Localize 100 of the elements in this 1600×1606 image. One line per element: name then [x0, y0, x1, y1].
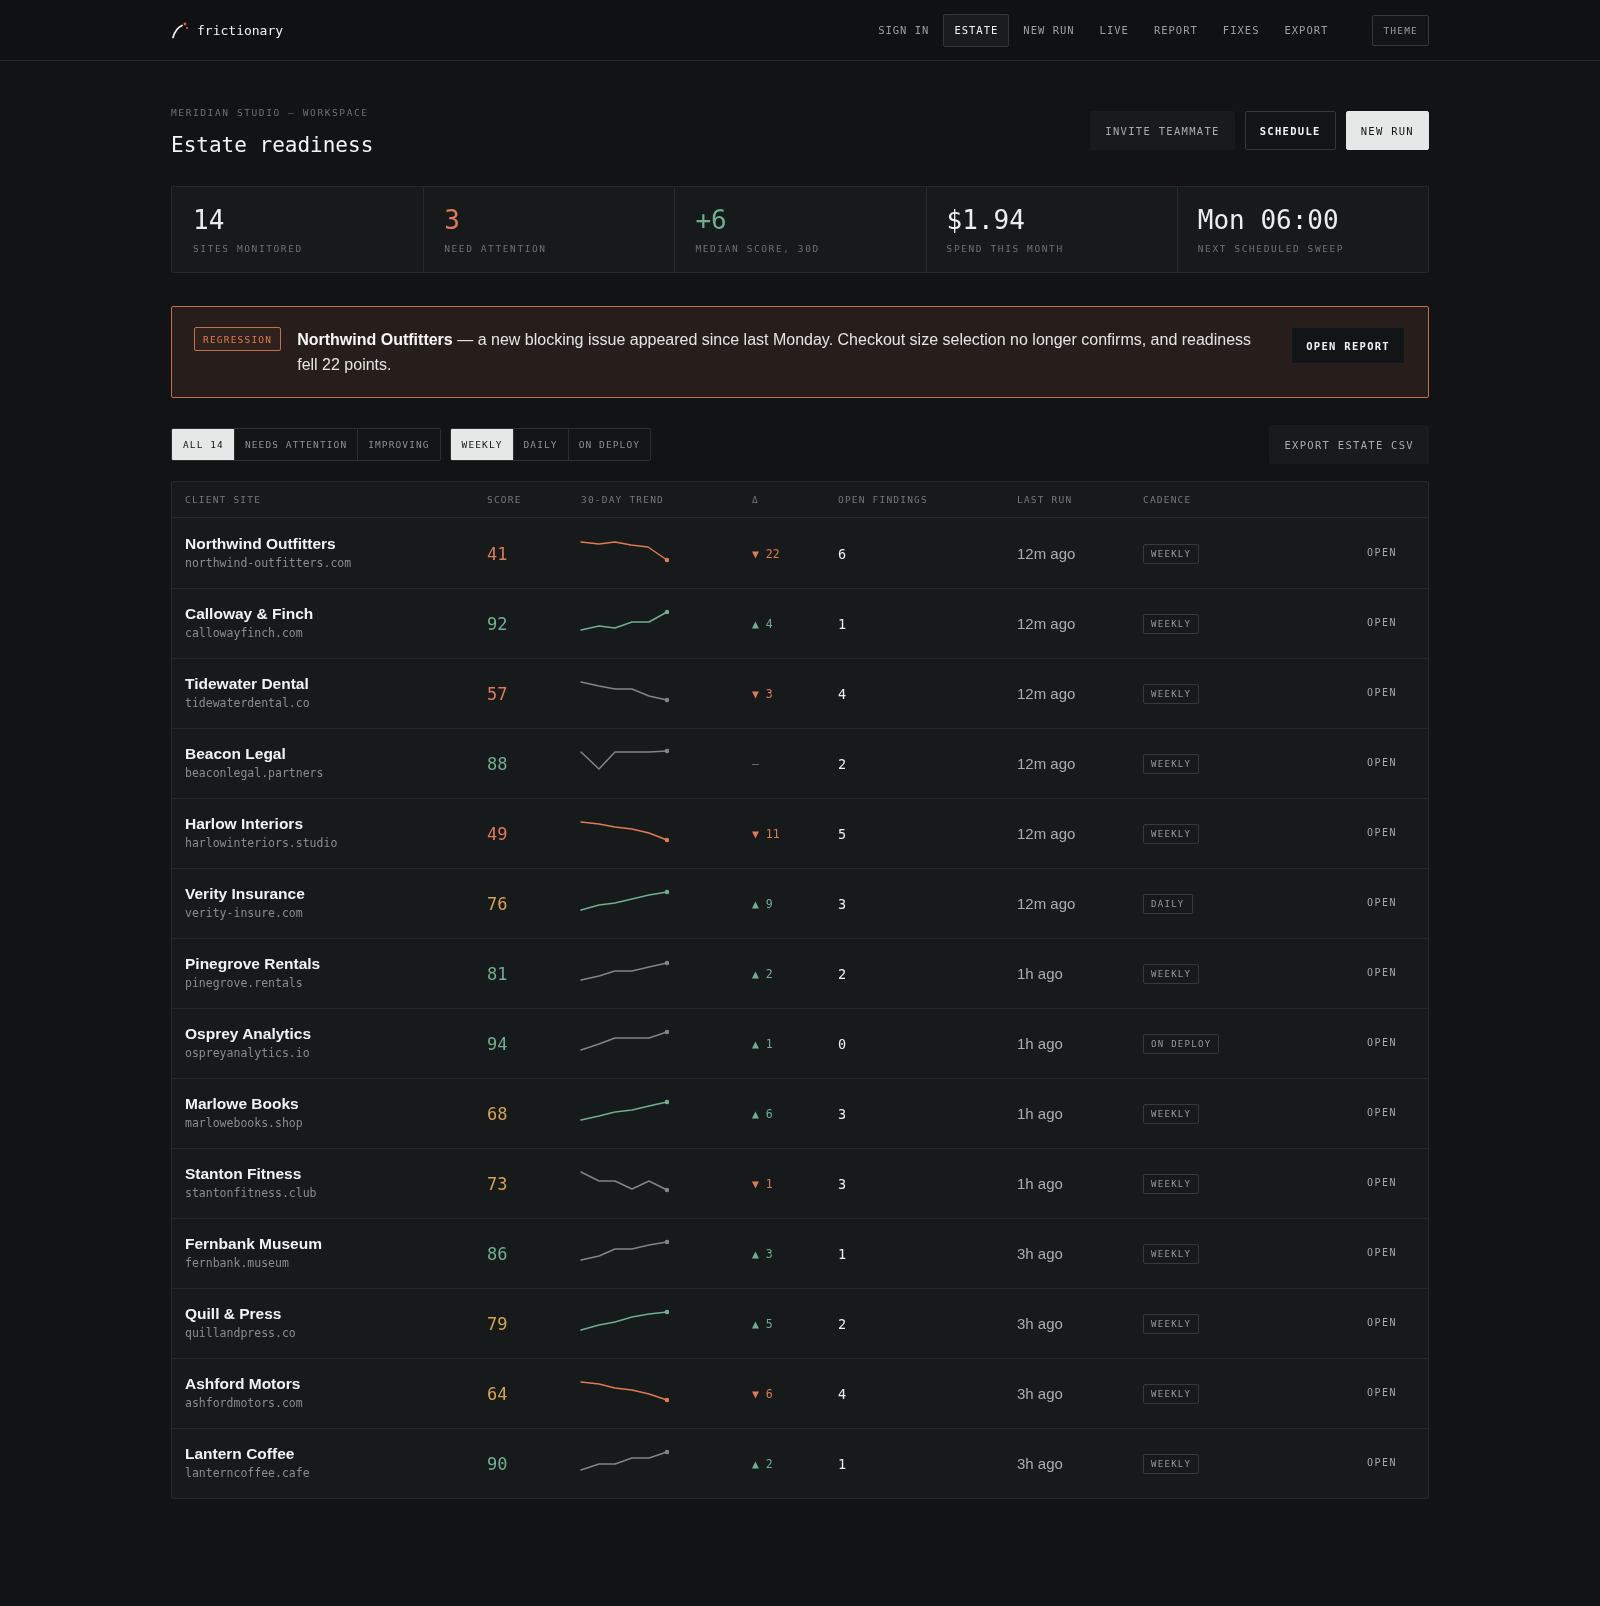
stat-value: $1.94: [946, 204, 1026, 236]
action-button[interactable]: INVITE TEAMMATE: [1090, 111, 1235, 150]
site-domain: ospreyanalytics.io: [185, 1046, 311, 1061]
nav-tab[interactable]: NEW RUN: [1012, 13, 1086, 47]
delta-value: ▼ 22: [752, 546, 780, 561]
open-link[interactable]: OPEN: [1366, 1246, 1397, 1258]
score-value: 88: [487, 753, 508, 774]
open-report-button[interactable]: OPEN REPORT: [1291, 327, 1405, 364]
column-header: CLIENT SITE: [185, 494, 263, 505]
filter-tab[interactable]: ON DEPLOY: [567, 429, 651, 460]
site-name: Pinegrove Rentals: [185, 954, 322, 973]
site-domain: lanterncoffee.cafe: [185, 1466, 311, 1481]
last-run-time: 1h ago: [1017, 1175, 1063, 1192]
site-name: Lantern Coffee: [185, 1444, 296, 1463]
site-name: Tidewater Dental: [185, 674, 310, 693]
column-header: LAST RUN: [1017, 494, 1074, 505]
logo-icon: [171, 21, 189, 39]
open-link[interactable]: OPEN: [1366, 616, 1397, 628]
score-value: 49: [487, 823, 508, 844]
findings-count: 5: [838, 825, 847, 842]
open-link[interactable]: OPEN: [1366, 686, 1397, 698]
delta-value: ▲ 3: [752, 1246, 773, 1261]
cadence-tag: WEEKLY: [1143, 613, 1200, 634]
open-link[interactable]: OPEN: [1366, 1386, 1397, 1398]
site-name: Stanton Fitness: [185, 1164, 303, 1183]
regression-badge: REGRESSION: [194, 327, 282, 351]
site-domain: harlowinteriors.studio: [185, 836, 339, 851]
site-domain: quillandpress.co: [185, 1326, 297, 1341]
findings-count: 2: [838, 965, 847, 982]
site-name: Ashford Motors: [185, 1374, 302, 1393]
last-run-time: 12m ago: [1017, 615, 1076, 632]
filter-tab[interactable]: ALL 14: [172, 429, 234, 460]
score-value: 73: [487, 1173, 508, 1194]
nav-tab[interactable]: SIGN IN: [867, 13, 941, 47]
nav-tab[interactable]: LIVE: [1088, 13, 1140, 47]
stat-label: MEDIAN SCORE, 30D: [695, 242, 821, 255]
site-name: Fernbank Museum: [185, 1234, 323, 1253]
stat-label: SPEND THIS MONTH: [946, 242, 1065, 255]
action-button[interactable]: NEW RUN: [1345, 111, 1429, 150]
cadence-tag: WEEKLY: [1143, 1313, 1200, 1334]
last-run-time: 12m ago: [1017, 685, 1076, 702]
last-run-time: 3h ago: [1017, 1245, 1063, 1262]
delta-value: ▼ 6: [752, 1386, 773, 1401]
delta-value: ▲ 1: [752, 1036, 773, 1051]
site-name: Verity Insurance: [185, 884, 306, 903]
column-header: CADENCE: [1143, 494, 1193, 505]
score-value: 64: [487, 1383, 508, 1404]
findings-count: 3: [838, 1175, 847, 1192]
nav-tab[interactable]: REPORT: [1142, 13, 1209, 47]
delta-value: ▲ 2: [752, 966, 773, 981]
findings-count: 1: [838, 1245, 847, 1262]
open-link[interactable]: OPEN: [1366, 966, 1397, 978]
export-csv-button[interactable]: EXPORT ESTATE CSV: [1269, 425, 1429, 464]
score-value: 81: [487, 963, 508, 984]
open-link[interactable]: OPEN: [1366, 1036, 1397, 1048]
cadence-tag: ON DEPLOY: [1143, 1033, 1220, 1054]
action-button[interactable]: SCHEDULE: [1244, 111, 1336, 150]
site-domain: marlowebooks.shop: [185, 1116, 304, 1131]
open-link[interactable]: OPEN: [1366, 1316, 1397, 1328]
site-name: Osprey Analytics: [185, 1024, 313, 1043]
score-value: 57: [487, 683, 508, 704]
open-link[interactable]: OPEN: [1366, 1106, 1397, 1118]
filter-tab[interactable]: WEEKLY: [450, 429, 513, 460]
findings-count: 3: [838, 895, 847, 912]
site-domain: callowayfinch.com: [185, 626, 304, 641]
score-value: 90: [487, 1453, 508, 1474]
open-link[interactable]: OPEN: [1366, 1176, 1397, 1188]
open-link[interactable]: OPEN: [1366, 896, 1397, 908]
nav-tab[interactable]: FIXES: [1211, 13, 1271, 47]
findings-count: 0: [838, 1035, 847, 1052]
score-value: 68: [487, 1103, 508, 1124]
last-run-time: 3h ago: [1017, 1315, 1063, 1332]
delta-value: ▲ 6: [752, 1106, 773, 1121]
open-link[interactable]: OPEN: [1366, 756, 1397, 768]
open-link[interactable]: OPEN: [1366, 1456, 1397, 1468]
stat-value: +6: [695, 204, 728, 236]
delta-value: –: [752, 756, 759, 771]
findings-count: 1: [838, 1455, 847, 1472]
cadence-tag: WEEKLY: [1143, 1243, 1200, 1264]
nav-tab[interactable]: EXPORT: [1273, 13, 1340, 47]
column-header: Δ: [752, 494, 760, 505]
findings-count: 2: [838, 1315, 847, 1332]
site-domain: pinegrove.rentals: [185, 976, 304, 991]
site-name: Calloway & Finch: [185, 604, 315, 623]
theme-button[interactable]: THEME: [1372, 14, 1429, 46]
nav-tab[interactable]: ESTATE: [943, 13, 1010, 47]
filter-tab[interactable]: IMPROVING: [357, 429, 440, 460]
stat-label: NEED ATTENTION: [444, 242, 548, 255]
delta-value: ▼ 3: [752, 686, 773, 701]
site-domain: ashfordmotors.com: [185, 1396, 304, 1411]
site-name: Beacon Legal: [185, 744, 287, 763]
findings-count: 2: [838, 755, 847, 772]
open-link[interactable]: OPEN: [1366, 546, 1397, 558]
site-domain: stantonfitness.club: [185, 1186, 318, 1201]
site-domain: fernbank.museum: [185, 1256, 290, 1271]
cadence-tag: DAILY: [1143, 893, 1193, 914]
site-domain: verity-insure.com: [185, 906, 304, 921]
brand-name[interactable]: frictionary: [197, 22, 284, 38]
site-name: Quill & Press: [185, 1304, 283, 1323]
open-link[interactable]: OPEN: [1366, 826, 1397, 838]
